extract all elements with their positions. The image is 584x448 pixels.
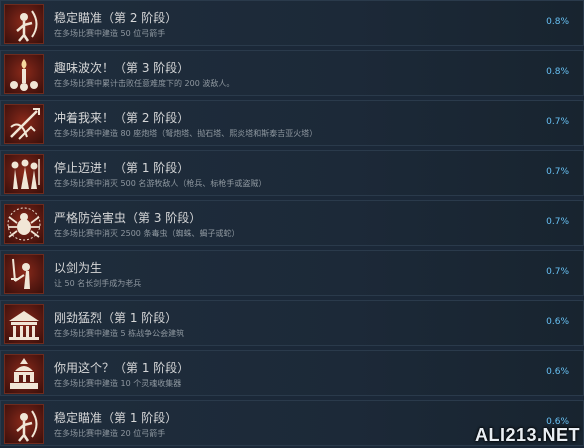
unlock-percentage: 0.7% [546,217,569,227]
archer-bow-icon [4,404,44,444]
achievement-row[interactable]: 以剑为生 让 50 名长剑手成为老兵 0.7% [0,250,584,296]
achievement-description: 让 50 名长剑手成为老兵 [54,279,142,288]
soul-collector-icon [4,354,44,394]
unlock-percentage: 0.8% [546,67,569,77]
nomad-warriors-icon [4,154,44,194]
achievement-row[interactable]: 停止迈进！（第 1 阶段） 在多场比赛中消灭 500 名游牧敌人（枪兵、标枪手或… [0,150,584,196]
sword-soldier-icon [4,254,44,294]
achievement-list: 稳定瞄准（第 2 阶段） 在多场比赛中建造 50 位弓箭手 0.8% 趣味波次！… [0,0,584,448]
unlock-percentage: 0.7% [546,117,569,127]
achievement-description: 在多场比赛中累计击败任意难度下的 200 波敌人。 [54,79,235,88]
archer-bow-icon [4,4,44,44]
achievement-title: 稳定瞄准（第 2 阶段） [54,11,178,25]
achievement-description: 在多场比赛中建造 10 个灵魂收集器 [54,379,182,388]
achievement-title: 冲着我来！（第 2 阶段） [54,111,190,125]
achievement-row[interactable]: 刚劲猛烈（第 1 阶段） 在多场比赛中建造 5 栋战争公会建筑 0.6% [0,300,584,346]
achievement-title: 严格防治害虫（第 3 阶段） [54,211,202,225]
achievement-description: 在多场比赛中消灭 2500 条毒虫（蜘蛛、蝎子或蛇） [54,229,240,238]
ballista-tower-icon [4,104,44,144]
unlock-percentage: 0.8% [546,17,569,27]
achievement-title: 以剑为生 [54,261,103,275]
achievement-title: 趣味波次！（第 3 阶段） [54,61,190,75]
achievement-title: 稳定瞄准（第 1 阶段） [54,411,178,425]
unlock-percentage: 0.7% [546,167,569,177]
achievement-row[interactable]: 你用这个？（第 1 阶段） 在多场比赛中建造 10 个灵魂收集器 0.6% [0,350,584,396]
achievement-row[interactable]: 稳定瞄准（第 2 阶段） 在多场比赛中建造 50 位弓箭手 0.8% [0,0,584,46]
unlock-percentage: 0.6% [546,317,569,327]
achievement-description: 在多场比赛中建造 50 位弓箭手 [54,29,166,38]
unlock-percentage: 0.7% [546,267,569,277]
achievement-description: 在多场比赛中建造 5 栋战争公会建筑 [54,329,185,338]
torch-skulls-icon [4,54,44,94]
achievement-description: 在多场比赛中建造 80 座炮塔（弩炮塔、抛石塔、熙炎塔和斯泰吉亚火塔） [54,129,318,138]
achievement-description: 在多场比赛中消灭 500 名游牧敌人（枪兵、标枪手或盗贼） [54,179,267,188]
achievement-title: 停止迈进！（第 1 阶段） [54,161,190,175]
achievement-row[interactable]: 趣味波次！（第 3 阶段） 在多场比赛中累计击败任意难度下的 200 波敌人。 … [0,50,584,96]
spider-icon [4,204,44,244]
achievement-description: 在多场比赛中建造 20 位弓箭手 [54,429,166,438]
achievement-title: 刚劲猛烈（第 1 阶段） [54,311,178,325]
achievement-row[interactable]: 严格防治害虫（第 3 阶段） 在多场比赛中消灭 2500 条毒虫（蜘蛛、蝎子或蛇… [0,200,584,246]
unlock-percentage: 0.6% [546,367,569,377]
achievement-title: 你用这个？（第 1 阶段） [54,361,190,375]
war-guild-icon [4,304,44,344]
site-watermark: ALI213.NET [474,425,580,445]
achievement-row[interactable]: 冲着我来！（第 2 阶段） 在多场比赛中建造 80 座炮塔（弩炮塔、抛石塔、熙炎… [0,100,584,146]
